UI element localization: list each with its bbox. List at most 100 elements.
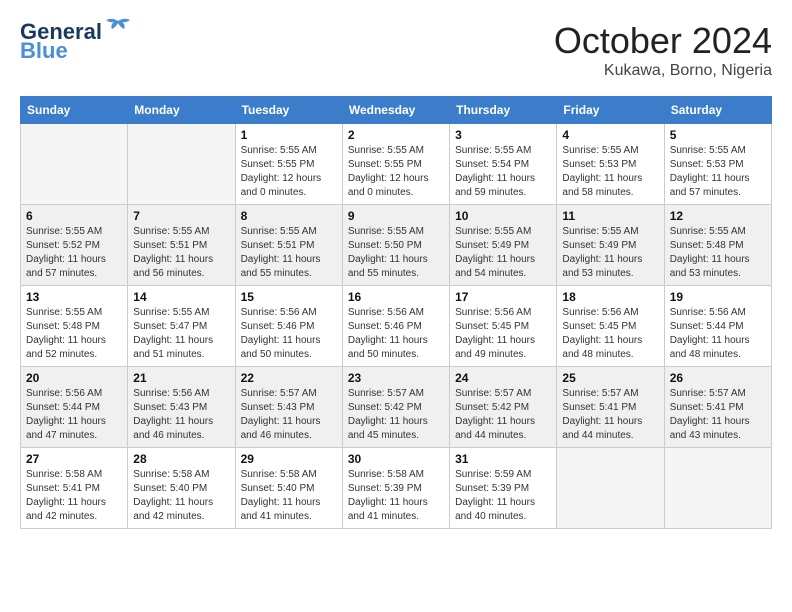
day-info: Sunrise: 5:55 AMSunset: 5:48 PMDaylight:… [26,306,122,362]
calendar-day-cell: 1 Sunrise: 5:55 AMSunset: 5:55 PMDaylight… [235,124,342,205]
day-info: Sunrise: 5:56 AMSunset: 5:46 PMDaylight:… [348,306,444,362]
page-header: General Blue October 2024 Kukawa, Borno,… [20,20,772,80]
calendar-day-cell: 15Sunrise: 5:56 AMSunset: 5:46 PMDayligh… [235,286,342,367]
day-info: Sunrise: 5:57 AMSunset: 5:41 PMDaylight:… [562,387,658,443]
day-number: 12 [670,209,766,223]
day-number: 24 [455,371,551,385]
calendar-day-header: Thursday [450,97,557,124]
day-number: 10 [455,209,551,223]
day-info: Sunrise: 5:58 AMSunset: 5:40 PMDaylight:… [241,468,337,524]
calendar-day-cell [557,448,664,529]
day-number: 3 [455,128,551,142]
day-number: 29 [241,452,337,466]
day-number: 13 [26,290,122,304]
calendar-day-cell: 18Sunrise: 5:56 AMSunset: 5:45 PMDayligh… [557,286,664,367]
calendar-day-cell: 25 Sunrise: 5:57 AMSunset: 5:41 PMDayligh… [557,367,664,448]
calendar-day-cell: 11 Sunrise: 5:55 AMSunset: 5:49 PMDayligh… [557,205,664,286]
calendar-day-cell: 2 Sunrise: 5:55 AMSunset: 5:55 PMDaylight… [342,124,449,205]
calendar-day-cell: 19Sunrise: 5:56 AMSunset: 5:44 PMDayligh… [664,286,771,367]
calendar-day-cell: 13 Sunrise: 5:55 AMSunset: 5:48 PMDayligh… [21,286,128,367]
day-info: Sunrise: 5:55 AMSunset: 5:47 PMDaylight:… [133,306,229,362]
day-number: 22 [241,371,337,385]
calendar-day-cell: 9 Sunrise: 5:55 AMSunset: 5:50 PMDaylight… [342,205,449,286]
day-number: 11 [562,209,658,223]
title-block: October 2024 Kukawa, Borno, Nigeria [554,20,772,80]
calendar-day-cell: 14 Sunrise: 5:55 AMSunset: 5:47 PMDayligh… [128,286,235,367]
day-number: 28 [133,452,229,466]
day-info: Sunrise: 5:55 AMSunset: 5:50 PMDaylight:… [348,225,444,281]
day-number: 7 [133,209,229,223]
month-year: October 2024 [554,20,772,62]
logo: General Blue [20,20,132,64]
day-info: Sunrise: 5:59 AMSunset: 5:39 PMDaylight:… [455,468,551,524]
day-info: Sunrise: 5:55 AMSunset: 5:53 PMDaylight:… [562,144,658,200]
day-info: Sunrise: 5:55 AMSunset: 5:49 PMDaylight:… [455,225,551,281]
calendar-header-row: SundayMondayTuesdayWednesdayThursdayFrid… [21,97,772,124]
day-number: 26 [670,371,766,385]
calendar-day-cell: 26Sunrise: 5:57 AMSunset: 5:41 PMDayligh… [664,367,771,448]
calendar-day-cell: 8Sunrise: 5:55 AMSunset: 5:51 PMDaylight… [235,205,342,286]
calendar-week-row: 27 Sunrise: 5:58 AMSunset: 5:41 PMDayligh… [21,448,772,529]
logo-bird-icon [104,17,132,39]
calendar-day-cell: 17 Sunrise: 5:56 AMSunset: 5:45 PMDayligh… [450,286,557,367]
day-number: 6 [26,209,122,223]
day-number: 8 [241,209,337,223]
calendar-day-cell: 20Sunrise: 5:56 AMSunset: 5:44 PMDayligh… [21,367,128,448]
day-info: Sunrise: 5:58 AMSunset: 5:39 PMDaylight:… [348,468,444,524]
calendar-week-row: 20Sunrise: 5:56 AMSunset: 5:44 PMDayligh… [21,367,772,448]
calendar-day-cell: 6 Sunrise: 5:55 AMSunset: 5:52 PMDaylight… [21,205,128,286]
calendar-day-cell: 10 Sunrise: 5:55 AMSunset: 5:49 PMDayligh… [450,205,557,286]
day-info: Sunrise: 5:56 AMSunset: 5:46 PMDaylight:… [241,306,337,362]
day-number: 14 [133,290,229,304]
calendar-day-cell [21,124,128,205]
calendar-day-cell: 31 Sunrise: 5:59 AMSunset: 5:39 PMDayligh… [450,448,557,529]
day-number: 25 [562,371,658,385]
day-number: 31 [455,452,551,466]
day-info: Sunrise: 5:58 AMSunset: 5:40 PMDaylight:… [133,468,229,524]
day-info: Sunrise: 5:56 AMSunset: 5:45 PMDaylight:… [455,306,551,362]
calendar-day-cell: 28 Sunrise: 5:58 AMSunset: 5:40 PMDayligh… [128,448,235,529]
day-info: Sunrise: 5:55 AMSunset: 5:54 PMDaylight:… [455,144,551,200]
calendar-day-cell [128,124,235,205]
calendar-table: SundayMondayTuesdayWednesdayThursdayFrid… [20,96,772,529]
day-info: Sunrise: 5:57 AMSunset: 5:42 PMDaylight:… [455,387,551,443]
calendar-day-cell [664,448,771,529]
calendar-day-cell: 23 Sunrise: 5:57 AMSunset: 5:42 PMDayligh… [342,367,449,448]
day-info: Sunrise: 5:58 AMSunset: 5:41 PMDaylight:… [26,468,122,524]
day-number: 30 [348,452,444,466]
logo-blue: Blue [20,38,68,63]
day-number: 2 [348,128,444,142]
calendar-day-cell: 7 Sunrise: 5:55 AMSunset: 5:51 PMDaylight… [128,205,235,286]
calendar-day-header: Tuesday [235,97,342,124]
calendar-day-cell: 12Sunrise: 5:55 AMSunset: 5:48 PMDayligh… [664,205,771,286]
day-number: 27 [26,452,122,466]
calendar-week-row: 1 Sunrise: 5:55 AMSunset: 5:55 PMDaylight… [21,124,772,205]
calendar-day-header: Monday [128,97,235,124]
day-info: Sunrise: 5:56 AMSunset: 5:43 PMDaylight:… [133,387,229,443]
day-info: Sunrise: 5:57 AMSunset: 5:43 PMDaylight:… [241,387,337,443]
day-info: Sunrise: 5:55 AMSunset: 5:52 PMDaylight:… [26,225,122,281]
calendar-day-cell: 27 Sunrise: 5:58 AMSunset: 5:41 PMDayligh… [21,448,128,529]
day-number: 5 [670,128,766,142]
calendar-day-cell: 30 Sunrise: 5:58 AMSunset: 5:39 PMDayligh… [342,448,449,529]
calendar-day-cell: 16 Sunrise: 5:56 AMSunset: 5:46 PMDayligh… [342,286,449,367]
calendar-day-cell: 22 Sunrise: 5:57 AMSunset: 5:43 PMDayligh… [235,367,342,448]
day-info: Sunrise: 5:55 AMSunset: 5:51 PMDaylight:… [133,225,229,281]
day-number: 16 [348,290,444,304]
day-number: 17 [455,290,551,304]
day-info: Sunrise: 5:56 AMSunset: 5:45 PMDaylight:… [562,306,658,362]
day-info: Sunrise: 5:57 AMSunset: 5:42 PMDaylight:… [348,387,444,443]
calendar-day-cell: 5Sunrise: 5:55 AMSunset: 5:53 PMDaylight… [664,124,771,205]
day-number: 23 [348,371,444,385]
calendar-day-header: Sunday [21,97,128,124]
day-number: 21 [133,371,229,385]
calendar-day-cell: 24 Sunrise: 5:57 AMSunset: 5:42 PMDayligh… [450,367,557,448]
day-info: Sunrise: 5:55 AMSunset: 5:55 PMDaylight:… [241,144,337,200]
day-number: 4 [562,128,658,142]
day-number: 20 [26,371,122,385]
calendar-day-header: Saturday [664,97,771,124]
day-number: 9 [348,209,444,223]
day-number: 1 [241,128,337,142]
day-info: Sunrise: 5:55 AMSunset: 5:55 PMDaylight:… [348,144,444,200]
day-info: Sunrise: 5:55 AMSunset: 5:49 PMDaylight:… [562,225,658,281]
